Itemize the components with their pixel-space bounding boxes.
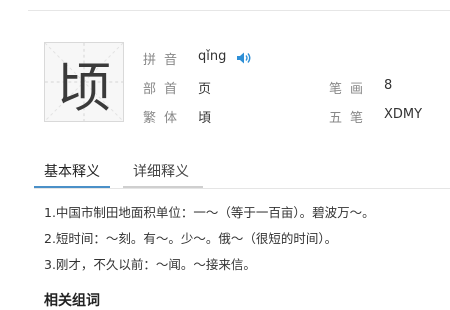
tabs-baseline <box>34 188 450 189</box>
traditional-value: 頃 <box>198 111 212 126</box>
traditional-label: 繁体 <box>143 111 186 126</box>
pinyin-label: 拼音 <box>143 53 186 68</box>
character-box: 顷 <box>44 42 124 122</box>
radical-label: 部首 <box>143 82 186 97</box>
definition-item: 2.短时间：～刻。有～。少～。俄～（很短的时间）。 <box>44 231 338 246</box>
related-words-heading: 相关组词 <box>44 293 100 309</box>
pinyin-value: qǐng <box>198 49 227 64</box>
strokes-value: 8 <box>384 78 393 93</box>
wubi-value: XDMY <box>384 107 423 122</box>
wubi-label: 五笔 <box>329 111 372 126</box>
speaker-icon[interactable] <box>236 50 252 66</box>
top-divider <box>28 0 450 11</box>
definition-item: 3.刚才，不久以前：～闻。～接来信。 <box>44 257 256 272</box>
tab-detailed-definition[interactable]: 详细释义 <box>123 158 203 188</box>
definition-item: 1.中国市制田地面积单位：一～（等于一百亩）。碧波万～。 <box>44 205 375 220</box>
tab-basic-definition[interactable]: 基本释义 <box>34 158 110 188</box>
radical-value: 页 <box>198 82 212 97</box>
strokes-label: 笔画 <box>329 82 372 97</box>
character-glyph: 顷 <box>57 55 111 119</box>
